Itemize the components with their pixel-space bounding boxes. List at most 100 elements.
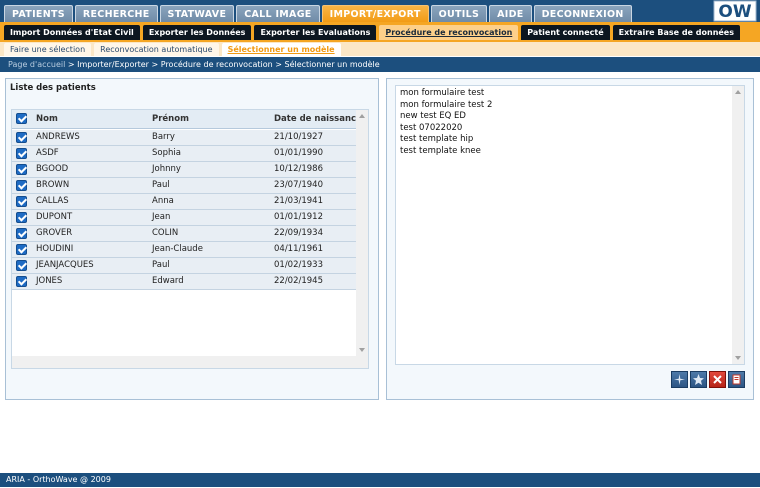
row-checkbox[interactable] (16, 228, 27, 239)
cell-date-naissance: 04/11/1961 (274, 244, 323, 254)
table-row[interactable]: DUPONT Jean 01/01/1912 (12, 210, 358, 226)
sub-tab-exporter-les-evaluations[interactable]: Exporter les Evaluations (254, 25, 377, 40)
breadcrumb: Page d'accueil > Importer/Exporter > Pro… (0, 57, 760, 72)
cell-nom: ASDF (36, 148, 59, 158)
add-template-button[interactable] (671, 371, 688, 388)
edit-template-button[interactable] (690, 371, 707, 388)
row-checkbox[interactable] (16, 180, 27, 191)
template-actions (669, 371, 745, 388)
sub-tab-import-donnees-d-etat-civil[interactable]: Import Données d'Etat Civil (4, 25, 140, 40)
cell-date-naissance: 01/02/1933 (274, 260, 323, 270)
row-checkbox[interactable] (16, 260, 27, 271)
cell-prenom: Sophia (152, 148, 181, 158)
cell-nom: BGOOD (36, 164, 69, 174)
delete-template-button[interactable] (709, 371, 726, 388)
cell-prenom: Anna (152, 196, 174, 206)
third-tabs: Faire une sélection Reconvocation automat… (4, 43, 344, 56)
row-checkbox[interactable] (16, 196, 27, 207)
sub-tab-procedure-de-reconvocation[interactable]: Procédure de reconvocation (379, 25, 519, 40)
scroll-down-arrow-icon[interactable] (735, 356, 741, 360)
template-list[interactable]: mon formulaire test mon formulaire test 2… (395, 85, 745, 365)
template-lines: mon formulaire test mon formulaire test 2… (400, 88, 740, 157)
footer: ARIA - OrthoWave @ 2009 (0, 473, 760, 487)
template-panel: mon formulaire test mon formulaire test 2… (386, 78, 754, 400)
table-row[interactable]: GROVER COLIN 22/09/1934 (12, 226, 358, 242)
table-row[interactable]: CALLAS Anna 21/03/1941 (12, 194, 358, 210)
table-row[interactable]: ANDREWS Barry 21/10/1927 (12, 130, 358, 146)
patient-grid-horizontal-scrollbar[interactable] (12, 356, 358, 368)
export-template-button[interactable] (728, 371, 745, 388)
header-nom[interactable]: Nom (36, 110, 58, 128)
select-all-checkbox[interactable] (16, 113, 27, 124)
scroll-down-arrow-icon[interactable] (359, 348, 365, 352)
cell-nom: JONES (36, 276, 63, 286)
table-row[interactable]: BROWN Paul 23/07/1940 (12, 178, 358, 194)
cell-prenom: Edward (152, 276, 184, 286)
main-tabs: PATIENTS RECHERCHE STATWAVE CALL IMAGE IMPOR… (4, 5, 634, 23)
cell-date-naissance: 01/01/1990 (274, 148, 323, 158)
main-tab-outils[interactable]: OUTILS (430, 5, 488, 23)
cell-date-naissance: 23/07/1940 (274, 180, 323, 190)
cell-prenom: Johnny (152, 164, 181, 174)
cell-nom: HOUDINI (36, 244, 74, 254)
row-checkbox[interactable] (16, 212, 27, 223)
template-item[interactable]: mon formulaire test 2 (400, 100, 740, 112)
cell-date-naissance: 01/01/1912 (274, 212, 323, 222)
row-checkbox[interactable] (16, 164, 27, 175)
table-row[interactable]: ASDF Sophia 01/01/1990 (12, 146, 358, 162)
cell-nom: DUPONT (36, 212, 73, 222)
third-tab-faire-une-selection[interactable]: Faire une sélection (4, 43, 92, 56)
third-tab-reconvocation-automatique[interactable]: Reconvocation automatique (94, 43, 219, 56)
table-row[interactable]: JONES Edward 22/02/1945 (12, 274, 358, 290)
cell-prenom: Paul (152, 180, 170, 190)
logo-text: OW (718, 2, 751, 22)
template-item[interactable]: new test EQ ED (400, 111, 740, 123)
template-item[interactable]: test template hip (400, 134, 740, 146)
sub-tab-extraire-base-de-donnees[interactable]: Extraire Base de données (612, 25, 740, 40)
patient-grid: Nom Prénom Date de naissance ANDREWS Barr… (11, 109, 369, 369)
document-icon (732, 374, 741, 385)
scroll-up-arrow-icon[interactable] (359, 114, 365, 118)
main-tab-deconnexion[interactable]: DECONNEXION (533, 5, 632, 23)
row-checkbox[interactable] (16, 276, 27, 287)
template-item[interactable]: test 07022020 (400, 123, 740, 135)
main-tab-aide[interactable]: AIDE (489, 5, 532, 23)
sub-tabs: Import Données d'Etat Civil Exporter les … (4, 25, 743, 40)
cell-prenom: COLIN (152, 228, 179, 238)
row-checkbox[interactable] (16, 148, 27, 159)
patient-grid-vertical-scrollbar[interactable] (356, 110, 368, 368)
patient-list-panel: Liste des patients Nom Prénom Date de na… (5, 78, 379, 400)
table-row[interactable]: HOUDINI Jean-Claude 04/11/1961 (12, 242, 358, 258)
sub-tab-patient-connecte[interactable]: Patient connecté (521, 25, 610, 40)
table-row[interactable]: BGOOD Johnny 10/12/1986 (12, 162, 358, 178)
main-tab-recherche[interactable]: RECHERCHE (74, 5, 158, 23)
cell-nom: JEANJACQUES (36, 260, 94, 270)
main-tab-patients[interactable]: PATIENTS (4, 5, 73, 23)
main-tab-import-export[interactable]: IMPORT/EXPORT (321, 5, 429, 23)
header-prenom[interactable]: Prénom (152, 110, 189, 128)
cell-nom: ANDREWS (36, 132, 80, 142)
cell-prenom: Jean-Claude (152, 244, 203, 254)
cell-nom: CALLAS (36, 196, 69, 206)
cell-date-naissance: 21/10/1927 (274, 132, 323, 142)
template-item[interactable]: test template knee (400, 146, 740, 158)
cell-date-naissance: 10/12/1986 (274, 164, 323, 174)
third-tab-selectionner-un-modele[interactable]: Sélectionner un modèle (221, 43, 341, 56)
main-tab-statwave[interactable]: STATWAVE (159, 5, 235, 23)
row-checkbox[interactable] (16, 132, 27, 143)
template-list-scrollbar[interactable] (732, 86, 744, 364)
table-row[interactable]: JEANJACQUES Paul 01/02/1933 (12, 258, 358, 274)
cell-date-naissance: 22/02/1945 (274, 276, 323, 286)
patient-list-title: Liste des patients (10, 83, 96, 93)
scroll-up-arrow-icon[interactable] (735, 90, 741, 94)
main-tab-call-image[interactable]: CALL IMAGE (236, 5, 320, 23)
breadcrumb-path: > Importer/Exporter > Procédure de recon… (65, 60, 380, 69)
template-item[interactable]: mon formulaire test (400, 88, 740, 100)
sub-tab-exporter-les-donnees[interactable]: Exporter les Données (142, 25, 252, 40)
top-navigation-bar: PATIENTS RECHERCHE STATWAVE CALL IMAGE IMPOR… (0, 0, 760, 23)
star-icon (693, 374, 704, 385)
row-checkbox[interactable] (16, 244, 27, 255)
cell-nom: GROVER (36, 228, 73, 238)
breadcrumb-home-link[interactable]: Page d'accueil (8, 60, 65, 69)
header-date-naissance[interactable]: Date de naissance (274, 110, 362, 128)
